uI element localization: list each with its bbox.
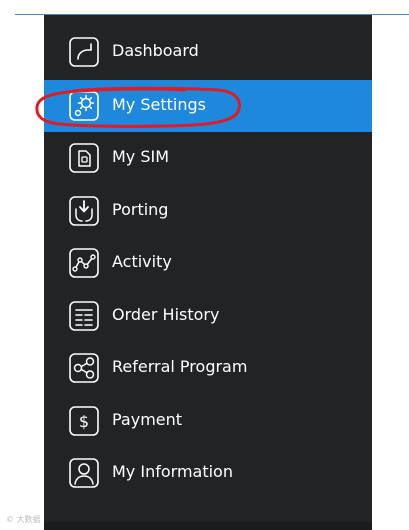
sidebar-item-label: My Information <box>112 462 233 481</box>
user-icon <box>69 458 99 488</box>
sidebar-bottom-edge <box>44 522 372 530</box>
settings-icon <box>69 91 99 121</box>
sidebar-item-label: Payment <box>112 410 183 429</box>
sidebar-item-label: Activity <box>112 252 172 271</box>
sidebar-item-label: My Settings <box>112 95 206 114</box>
page: Dashboard My Settings My SIM Porting Act… <box>0 0 409 530</box>
payment-icon: $ <box>69 406 99 436</box>
sidebar-item-my-settings[interactable]: My Settings <box>44 80 372 132</box>
sidebar-item-my-sim[interactable]: My SIM <box>44 132 372 184</box>
sim-icon <box>69 143 99 173</box>
referral-icon <box>69 353 99 383</box>
sidebar-item-activity[interactable]: Activity <box>44 237 372 289</box>
sidebar-item-label: Porting <box>112 200 169 219</box>
sidebar-item-label: My SIM <box>112 147 170 166</box>
sidebar-item-referral-program[interactable]: Referral Program <box>44 342 372 394</box>
sidebar-item-order-history[interactable]: Order History <box>44 290 372 342</box>
watermark: © 大数据 <box>6 515 41 524</box>
order-history-icon <box>69 301 99 331</box>
svg-text:$: $ <box>79 412 89 431</box>
sidebar-item-my-information[interactable]: My Information <box>44 447 372 499</box>
activity-icon <box>69 248 99 278</box>
porting-icon <box>69 196 99 226</box>
sidebar-item-dashboard[interactable]: Dashboard <box>44 26 372 78</box>
sidebar-item-label: Order History <box>112 305 220 324</box>
sidebar-item-label: Dashboard <box>112 41 199 60</box>
sidebar-item-payment[interactable]: $ Payment <box>44 395 372 447</box>
sidebar-item-label: Referral Program <box>112 357 248 376</box>
dashboard-icon <box>69 37 99 67</box>
sidebar-menu: Dashboard My Settings My SIM Porting Act… <box>44 15 372 530</box>
sidebar-item-porting[interactable]: Porting <box>44 185 372 237</box>
